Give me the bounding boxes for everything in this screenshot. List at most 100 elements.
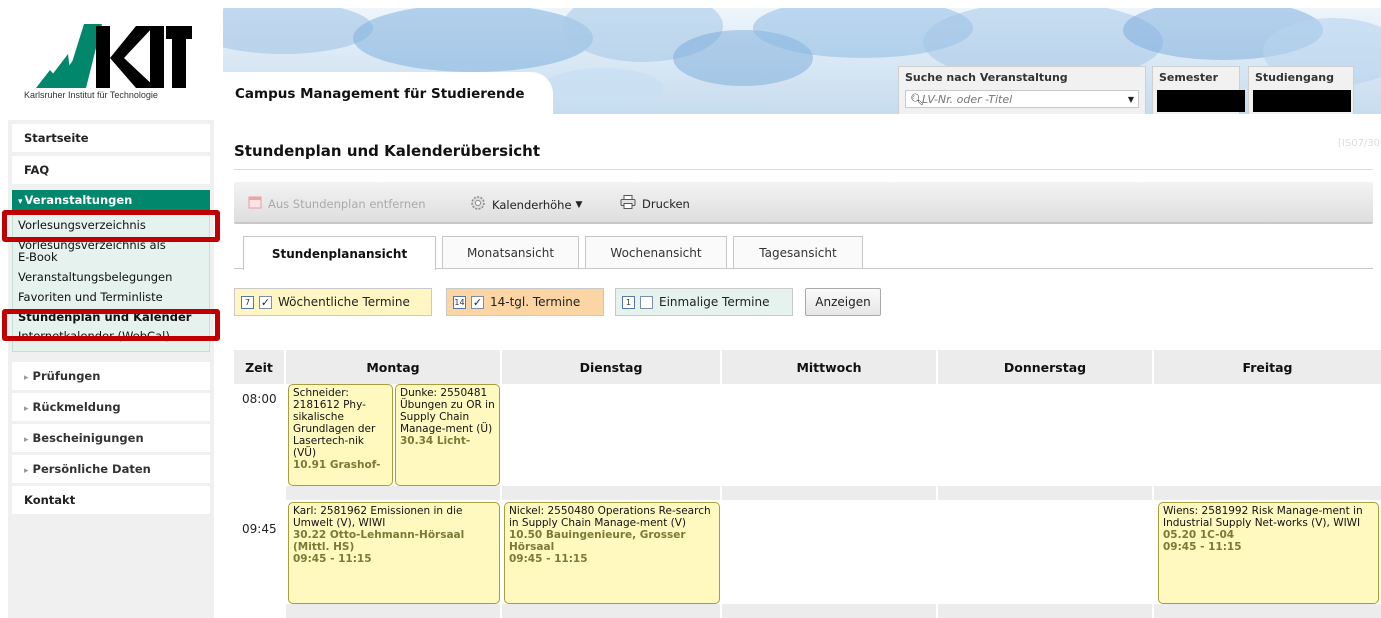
event-title: Dunke: 2550481 Übungen zu OR in Supply C…: [400, 387, 495, 435]
filter-biweekly[interactable]: 14 ✓ 14-tgl. Termine: [446, 288, 604, 316]
gear-icon: [470, 195, 486, 214]
sidebar-item-label: Veranstaltungen: [24, 193, 133, 207]
sidebar-item-faq[interactable]: FAQ: [12, 156, 210, 184]
event-time: 09:45 - 11:15: [293, 553, 372, 565]
sidebar-item-startseite[interactable]: Startseite: [12, 124, 210, 152]
title-divider: [234, 169, 1373, 170]
page-code: [IS07/300: [1338, 138, 1381, 149]
highlight-frame: [2, 210, 220, 242]
filter-weekly[interactable]: 7 ✓ Wöchentliche Termine: [234, 288, 432, 316]
row-separator: [1154, 604, 1381, 618]
show-button[interactable]: Anzeigen: [805, 288, 881, 316]
filter-biweekly-label: 14-tgl. Termine: [490, 295, 581, 309]
tab-wochenansicht[interactable]: Wochenansicht: [585, 236, 727, 268]
column-header-freitag: Freitag: [1154, 350, 1381, 384]
biweekly-checkbox[interactable]: ✓: [471, 295, 484, 309]
sidebar-item-label: Kontakt: [24, 493, 76, 507]
kit-logo-icon: [36, 24, 192, 88]
schedule-event[interactable]: Nickel: 2550480 Operations Re-search in …: [504, 502, 720, 604]
filter-weekly-label: Wöchentliche Termine: [278, 295, 410, 309]
event-room: 10.50 Bauingenieure, Grosser Hörsaal: [509, 529, 686, 553]
sidebar-item-persoenliche-daten[interactable]: ▸ Persönliche Daten: [12, 455, 210, 483]
tab-monatsansicht[interactable]: Monatsansicht: [442, 236, 579, 268]
remove-from-schedule-button[interactable]: Aus Stundenplan entfernen: [248, 195, 426, 212]
sidebar-subitem-favoriten[interactable]: Favoriten und Terminliste: [18, 291, 163, 303]
calendar-height-label: Kalenderhöhe: [492, 197, 572, 212]
calendar-remove-icon: [248, 195, 262, 212]
row-separator: [938, 604, 1152, 618]
search-icon: 🔍︎: [910, 92, 924, 106]
column-header-donnerstag: Donnerstag: [938, 350, 1152, 384]
search-field[interactable]: 🔍︎ ▼: [905, 90, 1139, 108]
schedule-grid: Zeit Montag Dienstag Mittwoch Donnerstag…: [234, 350, 1381, 618]
event-title: Nickel: 2550480 Operations Re-search in …: [509, 505, 711, 529]
row-separator: [502, 604, 720, 618]
event-title: Karl: 2581962 Emissionen in die Umwelt (…: [293, 505, 463, 529]
weekly-checkbox[interactable]: ✓: [259, 295, 272, 309]
highlight-frame: [2, 309, 220, 341]
sidebar-item-label: FAQ: [24, 163, 50, 177]
sidebar-subitem-ebook-line2[interactable]: E-Book: [18, 251, 58, 263]
sidebar-item-label: Persönliche Daten: [32, 462, 151, 476]
row-separator: [286, 604, 500, 618]
schedule-event[interactable]: Karl: 2581962 Emissionen in die Umwelt (…: [288, 502, 500, 604]
calendar-1-icon: 1: [622, 295, 635, 309]
event-title: Schneider: 2181612 Phy-sikalische Grundl…: [293, 387, 376, 459]
chevron-down-icon: ▼: [575, 199, 583, 210]
search-input[interactable]: [922, 92, 1128, 106]
printer-icon: [620, 195, 636, 212]
header-banner: Campus Management für Studierende Suche …: [223, 8, 1381, 114]
tab-stundenplanansicht[interactable]: Stundenplanansicht: [243, 236, 436, 270]
kit-logo[interactable]: Karlsruher Institut für Technologie: [8, 8, 215, 114]
row-separator: [1154, 486, 1381, 500]
print-label: Drucken: [642, 196, 690, 211]
semester-select[interactable]: [1157, 90, 1245, 112]
row-separator: [722, 486, 936, 500]
sidebar-item-rueckmeldung[interactable]: ▸ Rückmeldung: [12, 393, 210, 421]
row-separator: [722, 604, 936, 618]
semester-box: Semester: [1152, 66, 1245, 114]
sidebar-subitem-belegungen[interactable]: Veranstaltungsbelegungen: [18, 271, 172, 283]
semester-label: Semester: [1159, 71, 1218, 84]
time-label: 09:45: [242, 522, 277, 536]
event-room: 10.91 Grashof-: [293, 459, 381, 471]
sidebar-item-bescheinigungen[interactable]: ▸ Bescheinigungen: [12, 424, 210, 452]
caret-right-icon: ▸: [24, 435, 29, 445]
calendar-7-icon: 7: [241, 295, 254, 309]
column-header-zeit: Zeit: [234, 350, 284, 384]
calendar-height-button[interactable]: Kalenderhöhe ▼: [470, 195, 582, 214]
print-button[interactable]: Drucken: [620, 195, 690, 212]
dropdown-arrow-icon[interactable]: ▼: [1128, 95, 1134, 104]
column-header-montag: Montag: [286, 350, 500, 384]
sidebar-item-label: Prüfungen: [32, 369, 101, 383]
sidebar: Startseite FAQ ▾ Veranstaltungen Vorlesun…: [8, 120, 214, 618]
filter-single-label: Einmalige Termine: [659, 295, 770, 309]
logo-caption: Karlsruher Institut für Technologie: [24, 90, 158, 100]
sidebar-item-veranstaltungen[interactable]: ▾ Veranstaltungen: [12, 190, 210, 210]
filter-single[interactable]: 1 Einmalige Termine: [615, 288, 793, 316]
schedule-event[interactable]: Dunke: 2550481 Übungen zu OR in Supply C…: [395, 384, 500, 486]
sidebar-item-label: Rückmeldung: [32, 400, 121, 414]
single-checkbox[interactable]: [640, 295, 653, 309]
page-title: Stundenplan und Kalenderübersicht: [234, 142, 540, 160]
schedule-event[interactable]: Wiens: 2581992 Risk Manage-ment in Indus…: [1158, 502, 1379, 604]
caret-right-icon: ▸: [24, 466, 29, 476]
event-title: Wiens: 2581992 Risk Manage-ment in Indus…: [1163, 505, 1363, 529]
sidebar-item-label: Startseite: [24, 131, 89, 145]
sidebar-item-kontakt[interactable]: Kontakt: [12, 486, 210, 514]
row-separator: [502, 486, 720, 500]
column-header-mittwoch: Mittwoch: [722, 350, 936, 384]
studiengang-box: Studiengang: [1248, 66, 1354, 114]
row-separator: [286, 486, 500, 500]
event-room: 05.20 1C-04: [1163, 529, 1235, 541]
page-header: Karlsruher Institut für Technologie Camp…: [8, 8, 1381, 114]
tab-tagesansicht[interactable]: Tagesansicht: [733, 236, 863, 268]
sidebar-item-label: Bescheinigungen: [32, 431, 144, 445]
site-title: Campus Management für Studierende: [235, 86, 525, 102]
sidebar-item-pruefungen[interactable]: ▸ Prüfungen: [12, 362, 210, 390]
schedule-event[interactable]: Schneider: 2181612 Phy-sikalische Grundl…: [288, 384, 393, 486]
caret-down-icon: ▾: [18, 197, 23, 207]
event-room: 30.22 Otto-Lehmann-Hörsaal (Mittl. HS): [293, 529, 465, 553]
studiengang-select[interactable]: [1253, 90, 1351, 112]
caret-right-icon: ▸: [24, 373, 29, 383]
